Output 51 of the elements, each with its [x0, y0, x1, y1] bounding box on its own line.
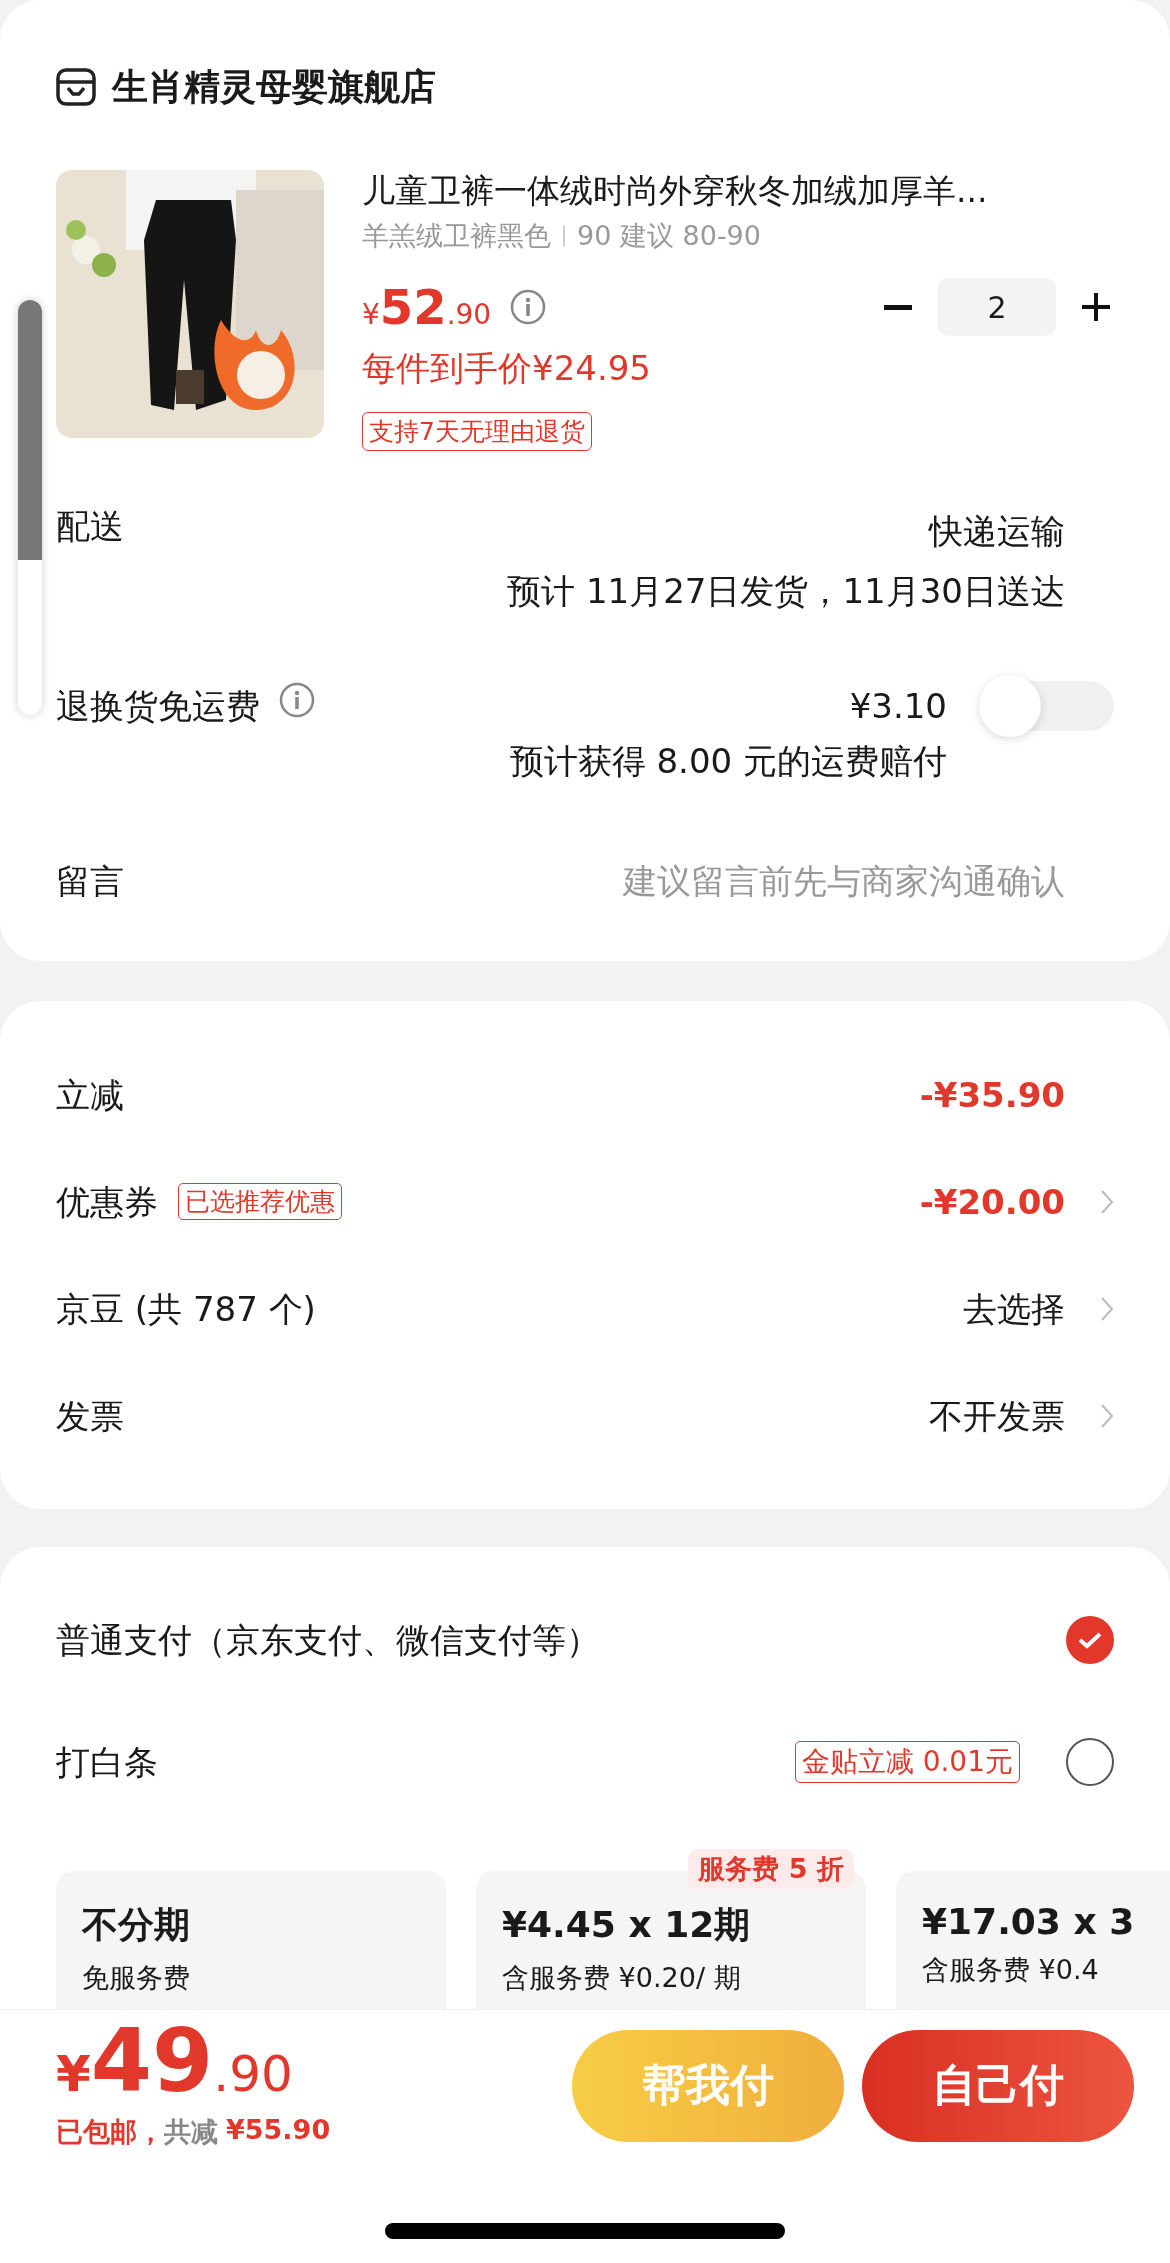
installment-title: ¥4.45 x 12期 — [502, 1903, 752, 1947]
discount-value[interactable]: 不开发票 — [929, 1385, 1065, 1446]
return-shipping-note: 预计获得 8.00 元的运费赔付 — [509, 740, 947, 783]
installment-title: ¥17.03 x 3 — [922, 1901, 1136, 1942]
delivery-method[interactable]: 快递运输 — [929, 501, 1065, 561]
radio-button[interactable] — [1066, 1738, 1114, 1786]
payment-option[interactable]: 打白条 — [56, 1737, 158, 1787]
installment-fee: 含服务费 ¥0.20/ 期 — [502, 1961, 742, 1995]
shipping-note: 已包邮， — [56, 2115, 164, 2149]
pay-button[interactable]: 自己付 — [862, 2029, 1134, 2142]
product-price: ¥52.90 — [362, 279, 492, 335]
total-price: ¥49.90 — [56, 2021, 294, 2114]
info-icon[interactable] — [509, 288, 548, 326]
return-shipping-toggle[interactable] — [979, 675, 1114, 737]
return-shipping-label: 退换货免运费 — [56, 685, 260, 728]
discount-label: 京豆 (共 787 个) — [56, 1287, 316, 1331]
saved-amount: ¥55.90 — [226, 2114, 331, 2147]
discount-label: 立减 — [56, 1073, 124, 1117]
installment-card[interactable]: 不分期 免服务费 — [56, 1871, 446, 2009]
message-label: 留言 — [56, 860, 124, 903]
discount-label: 优惠券 — [56, 1180, 158, 1224]
product-spec: 羊羔绒卫裤黑色 — [362, 219, 551, 253]
return-policy-tag: 支持7天无理由退货 — [362, 412, 592, 451]
payment-tag: 金贴立减 0.01元 — [794, 1741, 1020, 1783]
delivery-estimate: 预计 11月27日发货，11月30日送达 — [507, 570, 1065, 613]
saved-label: 共减 — [164, 2115, 218, 2149]
product-title[interactable]: 儿童卫裤一体绒时尚外穿秋冬加绒加厚羊... — [362, 170, 1114, 212]
quantity-field[interactable]: 2 — [938, 278, 1056, 336]
discount-value[interactable]: -¥20.00 — [919, 1171, 1065, 1232]
installment-card[interactable]: ¥17.03 x 3 含服务费 ¥0.4 — [896, 1871, 1170, 2009]
return-shipping-price: ¥3.10 — [849, 685, 947, 728]
installment-title: 不分期 — [82, 1903, 191, 1947]
radio-button[interactable] — [1066, 1616, 1114, 1664]
discount-value[interactable]: 去选择 — [963, 1278, 1065, 1339]
discount-tag: 已选推荐优惠 — [178, 1183, 342, 1220]
discount-value: -¥35.90 — [919, 1073, 1065, 1117]
product-size: 90 建议 80-90 — [577, 219, 761, 253]
store-icon — [56, 68, 96, 106]
per-item-price: 每件到手价¥24.95 — [362, 347, 652, 390]
discount-label: 发票 — [56, 1394, 124, 1438]
plus-icon — [1080, 291, 1112, 323]
delivery-label: 配送 — [56, 505, 124, 548]
info-icon[interactable] — [278, 681, 316, 719]
discount-badge: 服务费 5 折 — [688, 1849, 854, 1889]
check-icon — [1077, 1630, 1103, 1650]
minus-icon — [884, 304, 912, 310]
store-name[interactable]: 生肖精灵母婴旗舰店 — [112, 62, 436, 112]
scrollbar[interactable] — [18, 300, 42, 715]
payment-option[interactable]: 普通支付（京东支付、微信支付等） — [56, 1615, 600, 1665]
installment-fee: 含服务费 ¥0.4 — [922, 1953, 1100, 1987]
installment-fee: 免服务费 — [82, 1961, 191, 1995]
